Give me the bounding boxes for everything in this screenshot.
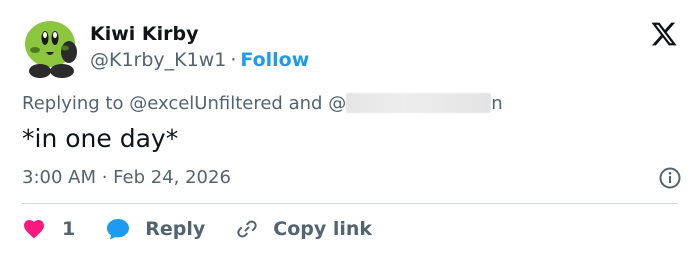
reply-button[interactable]: Reply bbox=[105, 217, 235, 241]
follow-button[interactable]: Follow bbox=[240, 49, 309, 71]
author-handle[interactable]: @K1rby_K1w1 bbox=[90, 49, 226, 71]
reply-conjunction: and bbox=[288, 93, 323, 114]
author-name[interactable]: Kiwi Kirby bbox=[90, 22, 199, 46]
x-logo-icon[interactable] bbox=[650, 20, 678, 48]
kirby-avatar-icon bbox=[22, 18, 78, 78]
tweet-timestamp[interactable]: 3:00 AM · Feb 24, 2026 bbox=[22, 166, 231, 190]
tweet-card: Kiwi Kirby @K1rby_K1w1 · Follow Replying t… bbox=[0, 0, 700, 256]
separator-dot: · bbox=[230, 49, 237, 71]
divider bbox=[22, 203, 678, 204]
author-meta: @K1rby_K1w1 · Follow bbox=[90, 48, 309, 72]
like-button[interactable]: 1 bbox=[22, 217, 105, 241]
avatar[interactable] bbox=[20, 16, 80, 80]
reply-bubble-icon bbox=[107, 219, 130, 240]
copy-link-label: Copy link bbox=[273, 218, 373, 240]
info-icon[interactable] bbox=[658, 166, 682, 190]
mention-link-redacted[interactable]: @ n bbox=[328, 93, 503, 114]
link-icon bbox=[237, 220, 257, 238]
action-bar: 1 Reply Copy link bbox=[22, 214, 372, 244]
reply-prefix: Replying to bbox=[22, 93, 124, 114]
reply-label: Reply bbox=[145, 218, 206, 240]
mention-at: @ bbox=[328, 93, 347, 114]
reply-context: Replying to @excelUnfiltered and @ n bbox=[22, 92, 503, 116]
mention-link[interactable]: @excelUnfiltered bbox=[129, 93, 283, 114]
copy-link-button[interactable]: Copy link bbox=[235, 217, 372, 241]
heart-icon bbox=[24, 220, 44, 239]
mention-tail: n bbox=[491, 93, 503, 114]
redacted-blur bbox=[346, 93, 492, 113]
tweet-text: *in one day* bbox=[22, 124, 179, 153]
like-count: 1 bbox=[62, 218, 76, 240]
